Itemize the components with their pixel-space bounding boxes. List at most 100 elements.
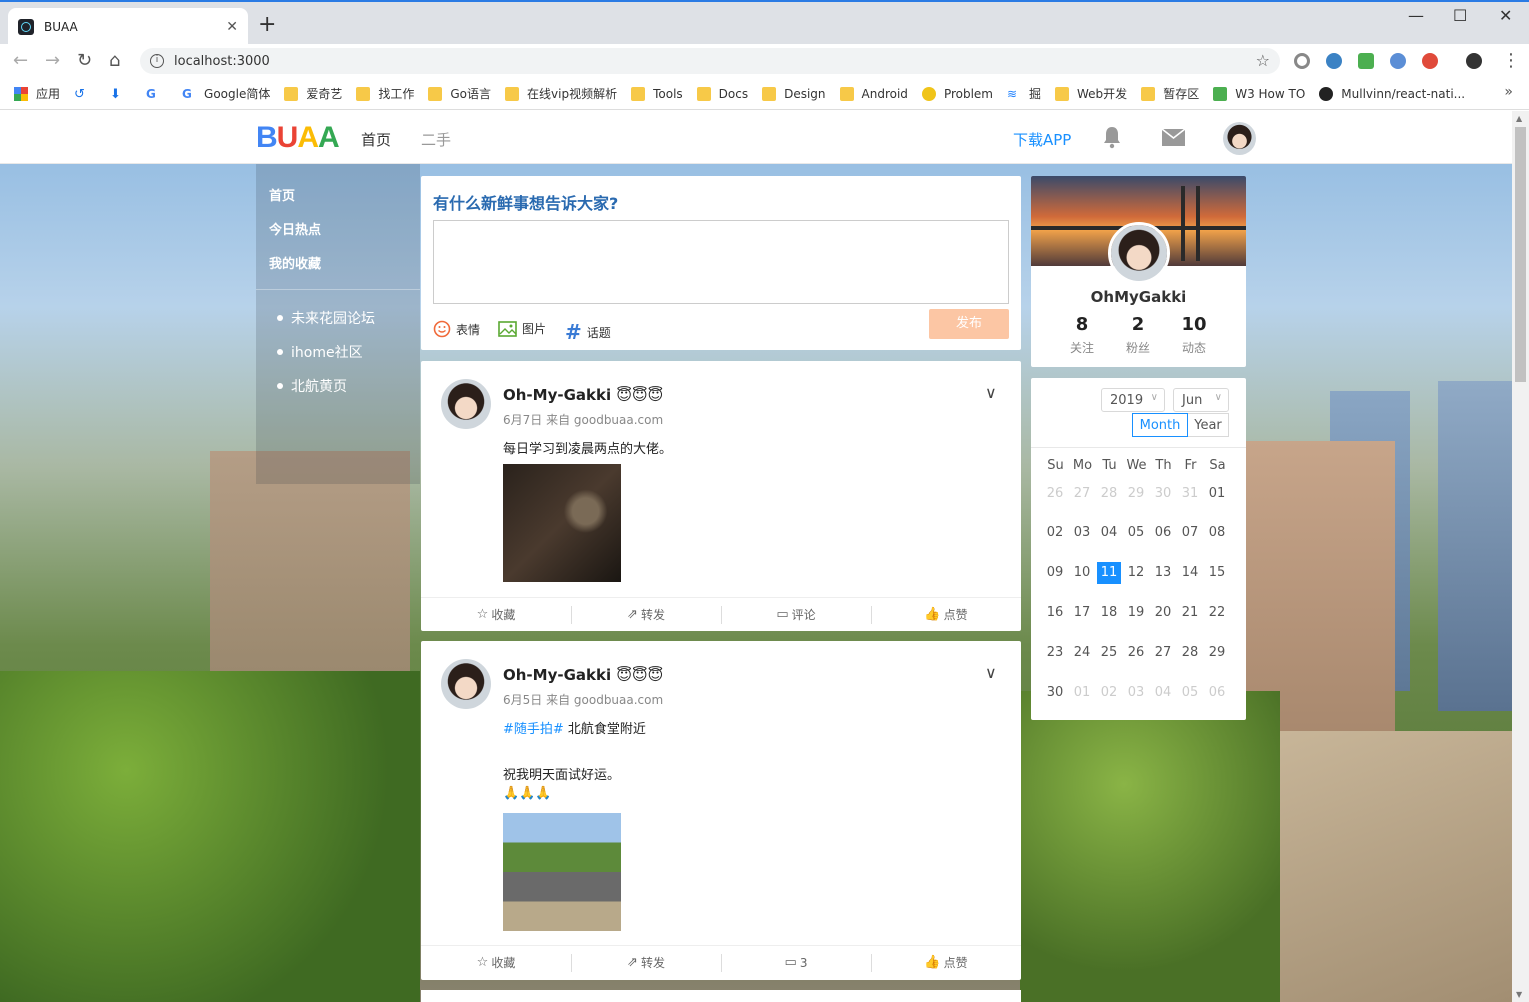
calendar-day[interactable]: 27 (1151, 642, 1175, 664)
comment-button[interactable]: ▭ 3 (721, 946, 871, 979)
calendar-day[interactable]: 05 (1178, 682, 1202, 704)
calendar-day[interactable]: 13 (1151, 562, 1175, 584)
calendar-day[interactable]: 16 (1043, 602, 1067, 624)
bookmark-juejin[interactable]: ≋ 掘 (1007, 85, 1041, 102)
topic-button[interactable]: # 话题 (565, 320, 611, 344)
scroll-up-icon[interactable]: ▲ (1516, 114, 1522, 123)
calendar-day[interactable]: 02 (1097, 682, 1121, 704)
profile-name[interactable]: OhMyGakki (1031, 288, 1246, 306)
profile-avatar[interactable] (1108, 222, 1170, 284)
nav-home[interactable]: 首页 (361, 129, 391, 150)
buaa-logo[interactable]: BUAA (256, 121, 340, 155)
sidebar-item-hot-today[interactable]: 今日热点 (269, 219, 321, 238)
calendar-day[interactable]: 04 (1097, 522, 1121, 544)
back-icon[interactable]: ← (13, 51, 28, 71)
sidebar-link-yellow-pages[interactable]: 北航黄页 (277, 376, 347, 396)
profile-icon[interactable] (1466, 53, 1482, 69)
post-author-avatar[interactable] (441, 659, 491, 709)
calendar-day[interactable]: 03 (1124, 682, 1148, 704)
calendar-day[interactable]: 28 (1097, 483, 1121, 505)
calendar-day-today[interactable]: 11 (1097, 562, 1121, 584)
post-image[interactable] (503, 813, 621, 931)
calendar-day[interactable]: 22 (1205, 602, 1229, 624)
bookmark-google[interactable]: G (146, 87, 168, 101)
scroll-down-icon[interactable]: ▼ (1516, 990, 1522, 999)
calendar-day[interactable]: 25 (1097, 642, 1121, 664)
close-window-icon[interactable]: ✕ (1499, 6, 1512, 25)
composer-textarea[interactable] (433, 220, 1009, 304)
new-tab-icon[interactable]: + (258, 14, 276, 36)
calendar-day[interactable]: 10 (1070, 562, 1094, 584)
calendar-day[interactable]: 17 (1070, 602, 1094, 624)
calendar-day[interactable]: 01 (1070, 682, 1094, 704)
bookmark-folder[interactable]: Tools (631, 86, 683, 101)
post-author-avatar[interactable] (441, 379, 491, 429)
bookmark-w3[interactable]: W3 How TO (1213, 86, 1305, 101)
extension-info-icon[interactable] (1390, 53, 1406, 69)
bookmark-folder[interactable]: 在线vip视频解析 (505, 85, 617, 102)
mode-year-button[interactable]: Year (1188, 413, 1229, 437)
stat-following[interactable]: 8 关注 (1052, 314, 1112, 356)
comment-button[interactable]: ▭ 评论 (721, 598, 871, 631)
calendar-day[interactable]: 29 (1124, 483, 1148, 505)
emoji-button[interactable]: 表情 (433, 320, 480, 338)
calendar-day[interactable]: 12 (1124, 562, 1148, 584)
image-button[interactable]: 图片 (498, 320, 546, 337)
calendar-day[interactable]: 06 (1151, 522, 1175, 544)
post-author-name[interactable]: Oh-My-Gakki 😇😇😇 (503, 666, 663, 684)
calendar-day[interactable]: 04 (1151, 682, 1175, 704)
calendar-day[interactable]: 01 (1205, 483, 1229, 505)
favorite-button[interactable]: ☆ 收藏 (421, 598, 571, 631)
forward-icon[interactable]: → (45, 51, 60, 71)
extension-globe-icon[interactable] (1326, 53, 1342, 69)
chevron-down-icon[interactable]: ∨ (985, 383, 997, 402)
bookmark-star-icon[interactable]: ☆ (1256, 51, 1270, 70)
scrollbar-thumb[interactable] (1515, 127, 1526, 382)
mode-month-button[interactable]: Month (1132, 413, 1188, 437)
calendar-day[interactable]: 15 (1205, 562, 1229, 584)
calendar-day[interactable]: 23 (1043, 642, 1067, 664)
sidebar-link-forum[interactable]: 未来花园论坛 (277, 308, 375, 328)
calendar-day[interactable]: 26 (1124, 642, 1148, 664)
stat-posts[interactable]: 10 动态 (1164, 314, 1224, 356)
calendar-day[interactable]: 05 (1124, 522, 1148, 544)
calendar-day[interactable]: 03 (1070, 522, 1094, 544)
menu-dots-icon[interactable]: ⋮ (1502, 51, 1520, 71)
bookmark-download[interactable]: ⬇ (110, 87, 132, 102)
calendar-day[interactable]: 31 (1178, 483, 1202, 505)
calendar-day[interactable]: 19 (1124, 602, 1148, 624)
bookmark-folder[interactable]: Docs (696, 86, 748, 101)
calendar-day[interactable]: 02 (1043, 522, 1067, 544)
repost-button[interactable]: ⇗ 转发 (571, 946, 721, 979)
bookmark-folder[interactable]: Web开发 (1055, 85, 1127, 102)
extension-chrome-icon[interactable] (1422, 53, 1438, 69)
extension-circle-icon[interactable] (1294, 53, 1310, 69)
month-select[interactable]: Jun ∨ (1173, 388, 1229, 412)
calendar-day[interactable]: 07 (1178, 522, 1202, 544)
bookmark-folder[interactable]: 爱奇艺 (284, 85, 342, 102)
calendar-day[interactable]: 29 (1205, 642, 1229, 664)
hashtag-link[interactable]: #随手拍# (503, 722, 564, 737)
sidebar-link-ihome[interactable]: ihome社区 (277, 342, 363, 362)
calendar-day[interactable]: 24 (1070, 642, 1094, 664)
reload-icon[interactable]: ↻ (77, 51, 92, 71)
bookmark-google-cn[interactable]: G Google简体 (182, 85, 270, 102)
favorite-button[interactable]: ☆ 收藏 (421, 946, 571, 979)
site-info-icon[interactable]: i (150, 54, 164, 68)
calendar-day[interactable]: 09 (1043, 562, 1067, 584)
bookmark-folder[interactable]: 暂存区 (1141, 85, 1199, 102)
nav-second-hand[interactable]: 二手 (421, 129, 451, 150)
bookmark-apps[interactable]: 应用 (14, 85, 60, 102)
page-scrollbar[interactable]: ▲ ▼ (1512, 111, 1529, 1002)
post-author-name[interactable]: Oh-My-Gakki 😇😇😇 (503, 386, 663, 404)
year-select[interactable]: 2019 ∨ (1101, 388, 1165, 412)
home-icon[interactable]: ⌂ (109, 51, 120, 71)
calendar-day[interactable]: 28 (1178, 642, 1202, 664)
calendar-day[interactable]: 30 (1043, 682, 1067, 704)
calendar-day[interactable]: 08 (1205, 522, 1229, 544)
post-image[interactable] (503, 464, 621, 582)
maximize-icon[interactable]: ☐ (1453, 6, 1467, 25)
mail-icon[interactable] (1162, 129, 1185, 146)
browser-tab[interactable]: BUAA ✕ (8, 8, 248, 46)
repost-button[interactable]: ⇗ 转发 (571, 598, 721, 631)
